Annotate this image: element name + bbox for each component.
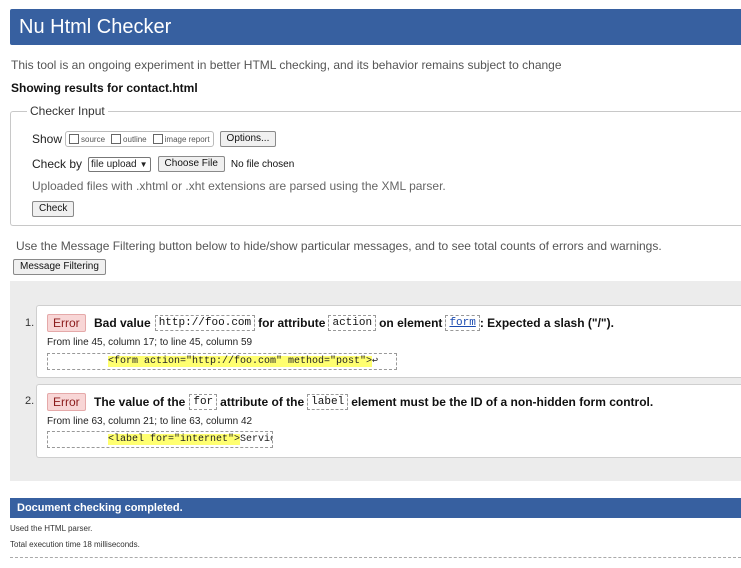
outline-label: outline bbox=[123, 134, 147, 144]
source-extract: <label for="internet">Servic bbox=[47, 431, 273, 448]
code-value: http://foo.com bbox=[154, 315, 256, 331]
message-text-part: The value of the bbox=[94, 395, 186, 409]
message-text: Bad value http://foo.com for attribute a… bbox=[94, 315, 614, 331]
check-by-value: file upload bbox=[91, 158, 137, 170]
source-checkbox[interactable] bbox=[69, 134, 80, 144]
chevron-down-icon: ▼ bbox=[139, 159, 148, 169]
message-item: Error The value of the for attribute of … bbox=[36, 384, 741, 458]
message-text-part: on element bbox=[379, 316, 443, 330]
show-row: Show source outline image report Options… bbox=[32, 131, 277, 147]
divider bbox=[10, 557, 741, 558]
no-file-text: No file chosen bbox=[230, 158, 295, 170]
uploaded-note: Uploaded files with .xhtml or .xht exten… bbox=[32, 179, 446, 193]
location-text: From line 45, column 17; to line 45, col… bbox=[47, 337, 253, 348]
outline-checkbox[interactable] bbox=[111, 134, 122, 144]
options-button[interactable]: Options... bbox=[219, 131, 277, 147]
show-options-group: source outline image report bbox=[65, 131, 214, 147]
error-badge: Error bbox=[47, 393, 86, 411]
location-text: From line 63, column 21; to line 63, col… bbox=[47, 416, 253, 427]
message-number: 2. bbox=[25, 395, 35, 407]
app-header: Nu Html Checker bbox=[10, 9, 741, 45]
message-text: The value of the for attribute of the la… bbox=[94, 394, 653, 410]
code-attribute: for bbox=[189, 394, 218, 410]
show-image-report-option[interactable]: image report bbox=[152, 134, 210, 144]
app-title: Nu Html Checker bbox=[19, 16, 172, 38]
source-label: source bbox=[81, 134, 106, 144]
message-text-part: element must be the ID of a non-hidden f… bbox=[351, 395, 654, 409]
message-text-part: Bad value bbox=[94, 316, 151, 330]
document-completed-bar: Document checking completed. bbox=[10, 498, 741, 518]
code-attribute: action bbox=[328, 315, 377, 331]
error-badge: Error bbox=[47, 314, 86, 332]
message-text-part: : Expected a slash ("/"). bbox=[479, 316, 614, 330]
checker-input-legend: Checker Input bbox=[27, 104, 108, 118]
show-outline-option[interactable]: outline bbox=[111, 134, 147, 144]
image-report-label: image report bbox=[164, 134, 210, 144]
extract-highlight: <label for="internet"> bbox=[108, 434, 241, 445]
showing-results-heading: Showing results for contact.html bbox=[11, 81, 198, 95]
message-number: 1. bbox=[25, 317, 35, 329]
show-source-option[interactable]: source bbox=[69, 134, 105, 144]
show-label: Show bbox=[32, 132, 63, 146]
message-filtering-button[interactable]: Message Filtering bbox=[13, 259, 106, 275]
extract-tail: ↩ bbox=[372, 356, 379, 367]
intro-text: This tool is an ongoing experiment in be… bbox=[11, 58, 562, 72]
message-text-part: attribute of the bbox=[220, 395, 305, 409]
filter-note: Use the Message Filtering button below t… bbox=[16, 239, 662, 253]
element-link[interactable]: form bbox=[445, 315, 480, 331]
parser-info: Used the HTML parser. bbox=[10, 524, 93, 533]
source-extract: <form action="http://foo.com" method="po… bbox=[47, 353, 397, 370]
extract-highlight: <form action="http://foo.com" method="po… bbox=[108, 356, 373, 367]
message-text-part: for attribute bbox=[258, 316, 326, 330]
choose-file-button[interactable]: Choose File bbox=[157, 156, 225, 172]
check-by-label: Check by bbox=[32, 157, 83, 171]
image-report-checkbox[interactable] bbox=[152, 134, 163, 144]
extract-tail: Servic bbox=[240, 434, 273, 445]
message-item: Error Bad value http://foo.com for attri… bbox=[36, 305, 741, 378]
execution-time: Total execution time 18 milliseconds. bbox=[10, 540, 140, 549]
check-by-select[interactable]: file upload ▼ bbox=[88, 156, 151, 172]
check-by-row: Check by file upload ▼ Choose File No fi… bbox=[32, 156, 294, 172]
code-element: label bbox=[307, 394, 349, 410]
check-button[interactable]: Check bbox=[32, 201, 75, 217]
